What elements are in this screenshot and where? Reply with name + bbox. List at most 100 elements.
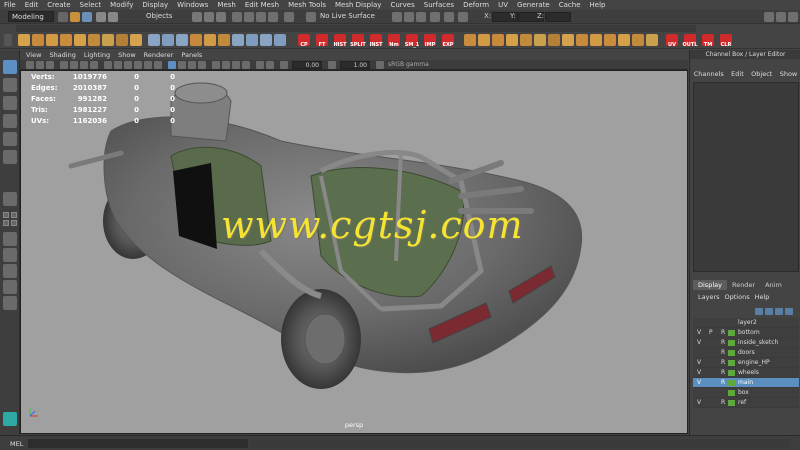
shelf-tool-icon[interactable] — [520, 34, 532, 46]
menu-help[interactable]: Help — [590, 1, 606, 9]
menu-display[interactable]: Display — [142, 1, 168, 9]
ssao-icon[interactable] — [212, 61, 220, 69]
cylinder-icon[interactable] — [46, 34, 58, 46]
move-layer-down-icon[interactable] — [765, 308, 773, 315]
backface-icon[interactable] — [198, 61, 206, 69]
layer-name[interactable]: doors — [738, 349, 755, 356]
shelf-tool-icon[interactable] — [576, 34, 588, 46]
menu-options[interactable]: Options — [725, 293, 750, 303]
layer-name[interactable]: wheels — [738, 369, 759, 376]
shelf-tool-icon[interactable] — [562, 34, 574, 46]
menu-deform[interactable]: Deform — [463, 1, 489, 9]
cube-icon[interactable] — [32, 34, 44, 46]
ui-element-icon[interactable] — [256, 61, 264, 69]
mel-input[interactable] — [28, 439, 248, 448]
open-scene-icon[interactable] — [70, 12, 80, 22]
shelf-tool-icon[interactable] — [646, 34, 658, 46]
gamma-field[interactable]: 1.00 — [340, 61, 370, 69]
layer-row[interactable]: V Rref — [693, 398, 799, 408]
layout-icon[interactable] — [11, 220, 17, 226]
layer-color-swatch[interactable] — [728, 350, 735, 356]
camera-attr-icon[interactable] — [36, 61, 44, 69]
wireframe-on-shaded-icon[interactable] — [124, 61, 132, 69]
undo-icon[interactable] — [96, 12, 106, 22]
layer-name[interactable]: box — [738, 389, 749, 396]
shelf-tool-icon[interactable] — [464, 34, 476, 46]
ipr-render-icon[interactable] — [404, 12, 414, 22]
attribute-editor-toggle-icon[interactable] — [788, 12, 798, 22]
layout-icon[interactable] — [3, 220, 9, 226]
menu-uv[interactable]: UV — [498, 1, 508, 9]
menu-curves[interactable]: Curves — [390, 1, 414, 9]
layer-playback-toggle[interactable]: P — [709, 329, 717, 336]
menu-set-dropdown[interactable]: Modeling — [8, 11, 54, 22]
menu-edit[interactable]: Edit — [25, 1, 39, 9]
save-scene-icon[interactable] — [82, 12, 92, 22]
menu-generate[interactable]: Generate — [517, 1, 550, 9]
toggle-icon[interactable] — [444, 12, 454, 22]
smooth-icon[interactable] — [176, 34, 188, 46]
layer-name[interactable]: bottom — [738, 329, 760, 336]
magnet-icon[interactable] — [306, 12, 316, 22]
motion-blur-icon[interactable] — [222, 61, 230, 69]
extrude-icon[interactable] — [190, 34, 202, 46]
shelf-tool-icon[interactable] — [590, 34, 602, 46]
target-weld-icon[interactable] — [246, 34, 258, 46]
layout-icon[interactable] — [3, 264, 17, 278]
z-field[interactable] — [545, 12, 571, 22]
panel-menu-renderer[interactable]: Renderer — [144, 51, 174, 59]
channel-box-area[interactable] — [693, 82, 799, 272]
xray-joints-icon[interactable] — [188, 61, 196, 69]
wireframe-icon[interactable] — [104, 61, 112, 69]
layer-row[interactable]: V Rwheels — [693, 368, 799, 378]
selection-mode-dropdown[interactable]: Objects — [140, 11, 186, 22]
resolution-gate-icon[interactable] — [90, 61, 98, 69]
layer-color-swatch[interactable] — [728, 380, 735, 386]
menu-create[interactable]: Create — [47, 1, 70, 9]
shelf-tool-icon[interactable] — [534, 34, 546, 46]
layer-visibility-toggle[interactable]: V — [697, 379, 705, 386]
layer-color-swatch[interactable] — [728, 400, 735, 406]
torus-icon[interactable] — [88, 34, 100, 46]
insert-loop-icon[interactable] — [260, 34, 272, 46]
snap-surface-icon[interactable] — [268, 12, 278, 22]
color-mgmt-icon[interactable] — [376, 61, 384, 69]
layout-icon[interactable] — [11, 212, 17, 218]
snap-curve-icon[interactable] — [244, 12, 254, 22]
camera-icon[interactable] — [26, 61, 34, 69]
exposure-field[interactable]: 0.00 — [292, 61, 322, 69]
move-layer-up-icon[interactable] — [755, 308, 763, 315]
grid-icon[interactable] — [70, 61, 78, 69]
layer-name[interactable]: main — [738, 379, 753, 386]
cone-icon[interactable] — [60, 34, 72, 46]
menu-show[interactable]: Show — [780, 70, 798, 80]
isolate-icon[interactable] — [168, 61, 176, 69]
multicut-icon[interactable] — [232, 34, 244, 46]
panel-menu-show[interactable]: Show — [118, 51, 136, 59]
new-layer-selected-icon[interactable] — [785, 308, 793, 315]
shelf-tool-icon[interactable] — [604, 34, 616, 46]
panel-menu-lighting[interactable]: Lighting — [84, 51, 110, 59]
platonic-icon[interactable] — [130, 34, 142, 46]
helix-icon[interactable] — [116, 34, 128, 46]
layer-visibility-toggle[interactable]: V — [697, 399, 705, 406]
tab-render[interactable]: Render — [727, 280, 760, 290]
layer-row[interactable]: V Rinside_sketch — [693, 338, 799, 348]
layer-visibility-toggle[interactable]: V — [697, 369, 705, 376]
menu-select[interactable]: Select — [80, 1, 102, 9]
layer-name[interactable]: layer2 — [738, 319, 757, 326]
layer-color-swatch[interactable] — [728, 330, 735, 336]
separate-icon[interactable] — [162, 34, 174, 46]
combine-icon[interactable] — [148, 34, 160, 46]
textured-icon[interactable] — [134, 61, 142, 69]
menu-layers[interactable]: Layers — [698, 293, 720, 303]
layer-name[interactable]: ref — [738, 399, 746, 406]
panel-menu-panels[interactable]: Panels — [181, 51, 202, 59]
layer-color-swatch[interactable] — [728, 370, 735, 376]
shelf-tool-icon[interactable] — [632, 34, 644, 46]
shelf-tool-icon[interactable] — [548, 34, 560, 46]
layer-color-swatch[interactable] — [728, 360, 735, 366]
film-gate-icon[interactable] — [80, 61, 88, 69]
layer-color-swatch[interactable] — [728, 340, 735, 346]
quad-draw-icon[interactable] — [274, 34, 286, 46]
